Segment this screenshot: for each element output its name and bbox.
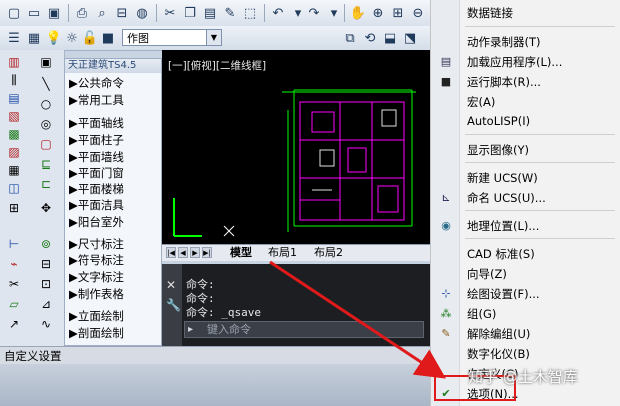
watermark: 知乎 @土木智库 (468, 368, 578, 386)
annotation-arrow (269, 260, 447, 379)
